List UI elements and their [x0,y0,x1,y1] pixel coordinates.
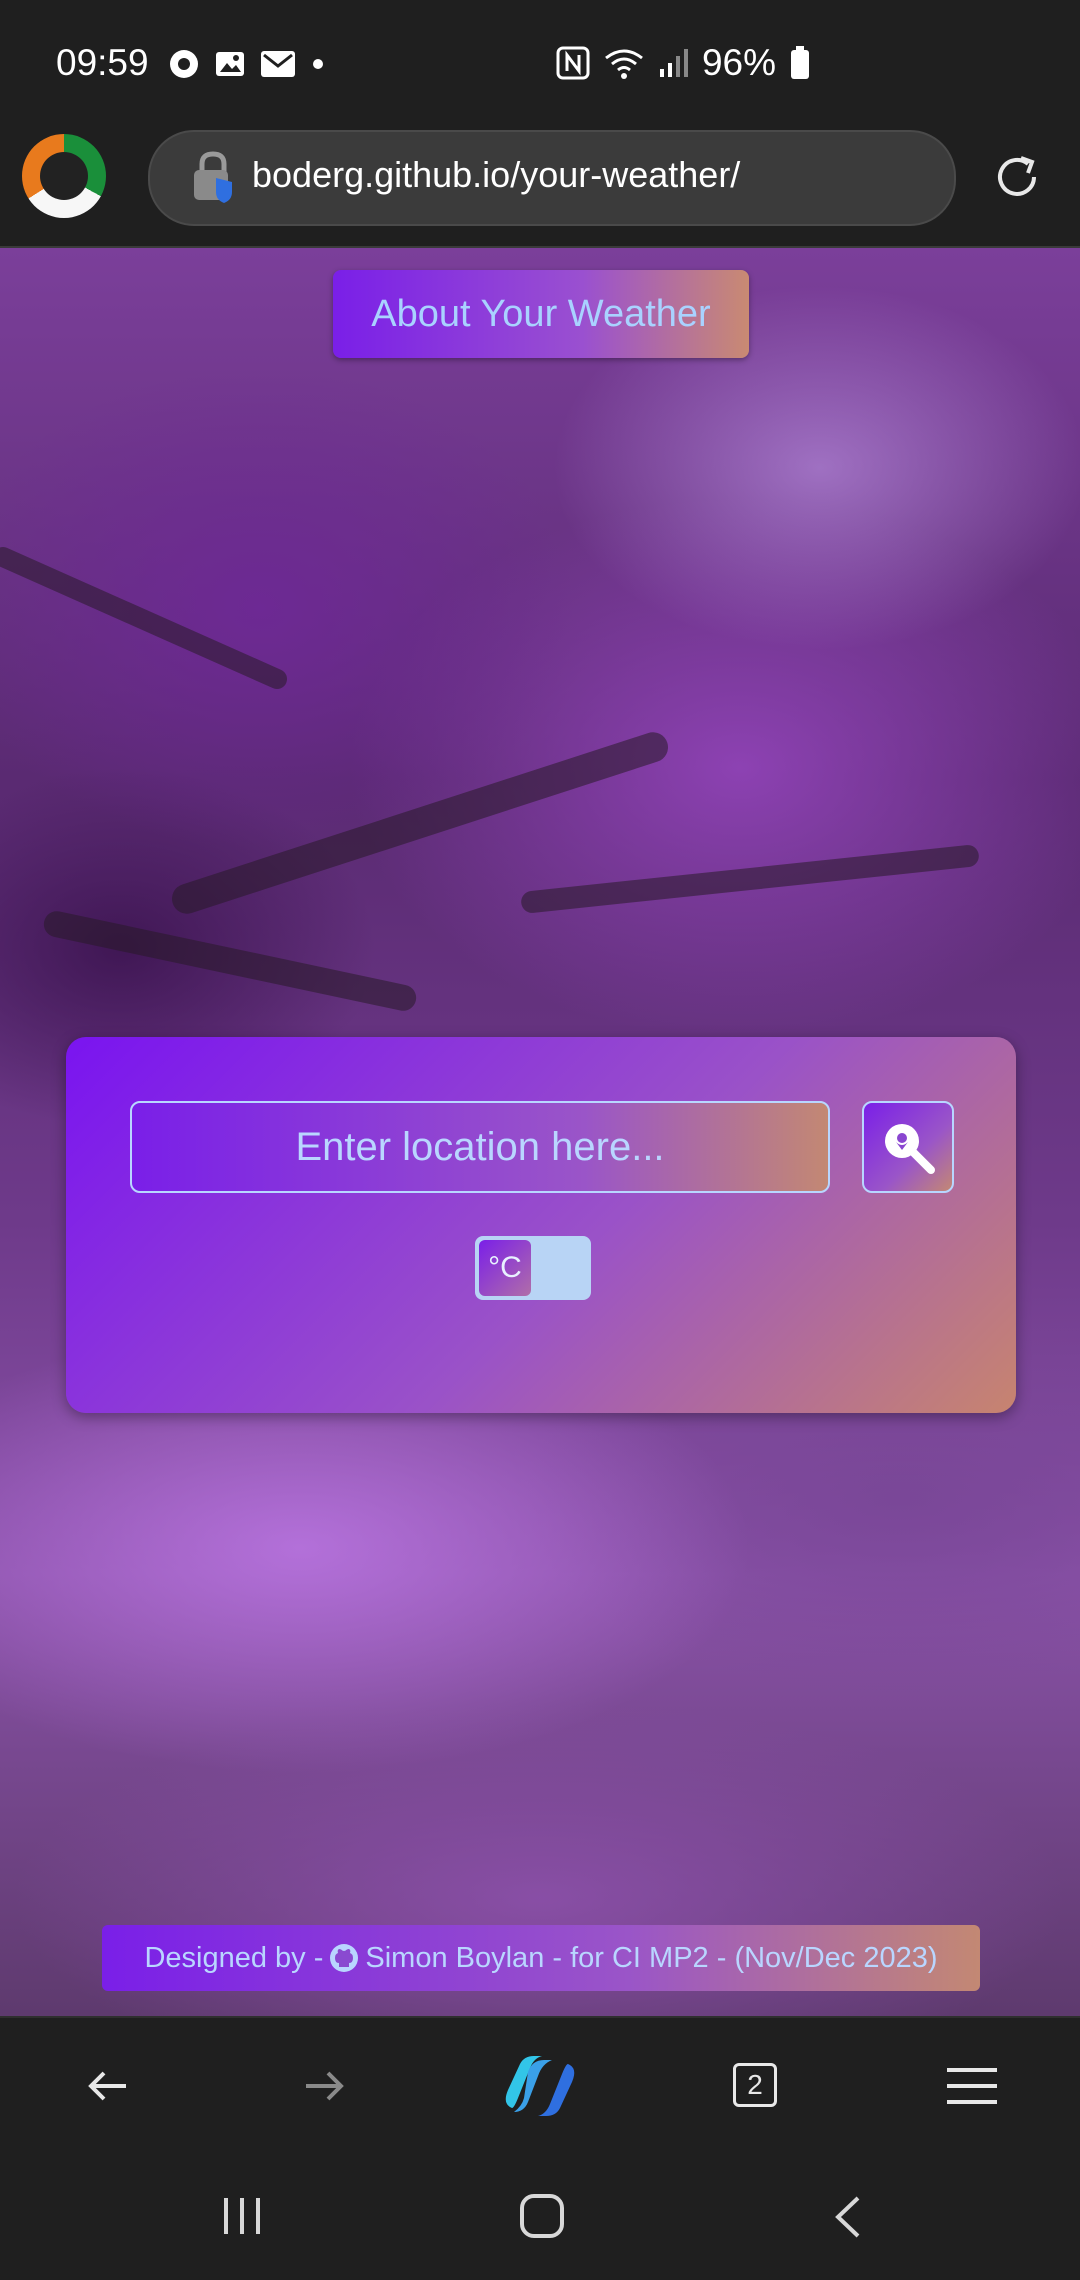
search-button[interactable] [862,1101,954,1193]
dot-icon [313,59,323,69]
home-icon[interactable] [518,2192,566,2240]
search-card [66,1037,1016,1413]
forward-button[interactable] [292,2054,356,2118]
about-button[interactable]: About Your Weather [333,270,749,358]
reload-icon[interactable] [990,150,1044,204]
url-text[interactable]: boderg.github.io/your-weather/ [252,154,740,196]
system-status: 96% [556,42,810,84]
battery-icon [791,46,809,79]
temperature-unit-toggle[interactable]: °C [475,1236,591,1300]
mail-icon [261,51,295,77]
nfc-icon [556,46,590,80]
image-icon [216,52,244,76]
lock-icon[interactable] [188,148,238,204]
hamburger-menu-icon [947,2068,997,2104]
system-back-icon[interactable] [830,2194,864,2240]
arrow-left-icon [88,2071,126,2101]
notification-icons [168,48,326,80]
location-input[interactable] [130,1101,830,1193]
record-icon [170,50,198,78]
battery-percent: 96% [701,42,776,83]
copilot-icon [505,2056,575,2116]
profile-avatar[interactable] [22,134,106,218]
status-bar: 09:59 96% [0,0,1080,128]
footer-author-link[interactable]: Simon Boylan - for CI MP2 - (Nov/Dec 202… [365,1942,937,1975]
recent-apps-icon[interactable] [220,2196,264,2236]
wifi-icon [605,49,643,79]
system-navigation-bar [0,2156,1080,2280]
background-branch [0,543,291,693]
footer-prefix: Designed by - [144,1941,324,1974]
github-icon[interactable] [329,1943,359,1973]
copilot-button[interactable] [498,2044,582,2128]
footer-credit: Designed by - Simon Boylan - for CI MP2 … [102,1925,980,1991]
tabs-button[interactable]: 2 [733,2063,777,2107]
back-button[interactable] [76,2054,140,2118]
status-time: 09:59 [56,42,149,83]
menu-button[interactable] [940,2054,1004,2118]
avatar-emblem [40,152,88,200]
arrow-right-icon [306,2071,344,2101]
toggle-knob: °C [479,1240,531,1296]
background-branch [520,844,980,914]
search-location-icon [885,1124,935,1174]
background-branch [41,908,419,1014]
signal-icon [659,49,688,77]
